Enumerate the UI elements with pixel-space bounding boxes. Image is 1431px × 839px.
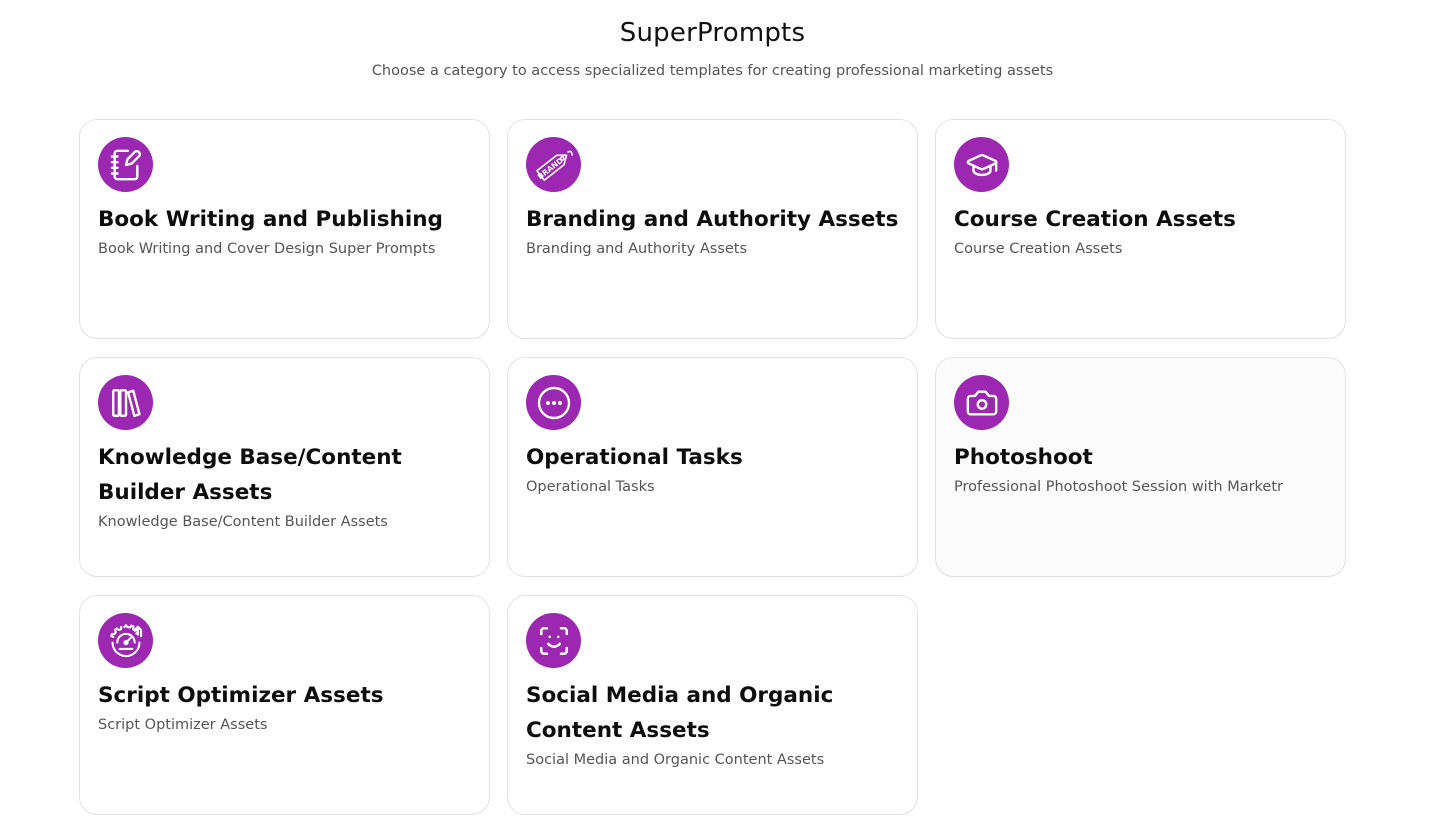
card-description: Knowledge Base/Content Builder Assets	[98, 514, 388, 530]
category-card-course-creation[interactable]: Course Creation Assets Course Creation A…	[935, 119, 1346, 339]
category-card-operational-tasks[interactable]: Operational Tasks Operational Tasks	[507, 357, 918, 577]
card-description: Operational Tasks	[526, 479, 655, 495]
category-card-script-optimizer[interactable]: Script Optimizer Assets Script Optimizer…	[79, 595, 490, 815]
category-card-branding[interactable]: BRAND Branding and Authority Assets Bran…	[507, 119, 918, 339]
card-description: Course Creation Assets	[954, 241, 1123, 257]
circle-ellipsis-icon	[526, 375, 581, 430]
card-title: Social Media and Organic Content Assets	[526, 683, 834, 743]
face-scan-icon	[526, 613, 581, 668]
card-title: Operational Tasks	[526, 445, 743, 470]
category-grid: Book Writing and Publishing Book Writing…	[79, 119, 1346, 815]
category-card-knowledge-base[interactable]: Knowledge Base/Content Builder Assets Kn…	[79, 357, 490, 577]
card-title: Branding and Authority Assets	[526, 207, 899, 232]
card-title: Book Writing and Publishing	[98, 207, 443, 232]
card-title: Script Optimizer Assets	[98, 683, 384, 708]
graduation-cap-icon	[954, 137, 1009, 192]
category-card-book-writing[interactable]: Book Writing and Publishing Book Writing…	[79, 119, 490, 339]
category-card-social-media[interactable]: Social Media and Organic Content Assets …	[507, 595, 918, 815]
card-title: Course Creation Assets	[954, 207, 1236, 232]
category-card-photoshoot[interactable]: Photoshoot Professional Photoshoot Sessi…	[935, 357, 1346, 577]
brand-tag-icon: BRAND	[526, 137, 581, 192]
camera-icon	[954, 375, 1009, 430]
card-description: Script Optimizer Assets	[98, 717, 268, 733]
card-description: Branding and Authority Assets	[526, 241, 748, 257]
card-description: Social Media and Organic Content Assets	[526, 752, 825, 768]
library-icon	[98, 375, 153, 430]
card-title: Knowledge Base/Content Builder Assets	[98, 445, 402, 505]
page-subtitle: Choose a category to access specialized …	[371, 63, 1054, 79]
card-title: Photoshoot	[954, 445, 1093, 470]
card-description: Professional Photoshoot Session with Mar…	[954, 479, 1284, 495]
page-title: SuperPrompts	[619, 18, 806, 48]
card-description: Book Writing and Cover Design Super Prom…	[98, 241, 436, 257]
gear-gauge-icon	[98, 613, 153, 668]
notebook-pen-icon	[98, 137, 153, 192]
